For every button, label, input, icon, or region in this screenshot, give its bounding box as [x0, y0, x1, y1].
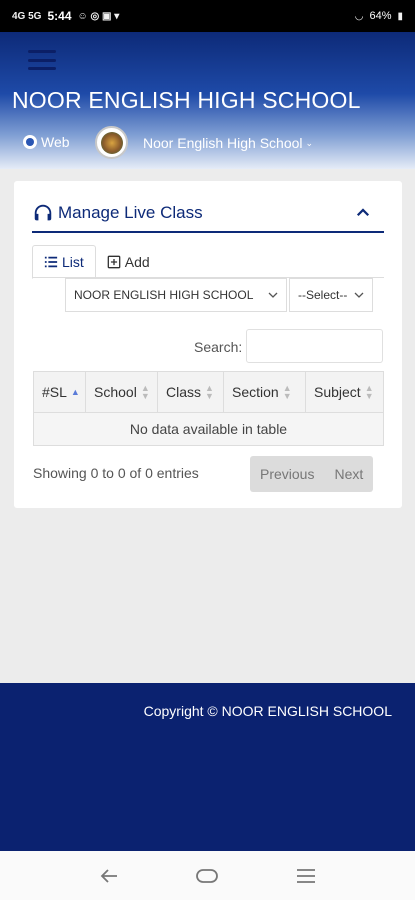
battery-level: 64%	[369, 10, 392, 22]
globe-icon	[23, 135, 37, 149]
column-header-subject[interactable]: Subject ▲ ▼	[306, 372, 383, 412]
panel-tabs: List Add	[32, 245, 161, 279]
sort-icon: ▲ ▼	[364, 383, 374, 401]
chevron-up-icon[interactable]	[354, 204, 372, 222]
panel-header: Manage Live Class	[32, 195, 384, 233]
chevron-down-icon	[268, 292, 278, 298]
tab-list-label: List	[62, 254, 84, 270]
menu-icon[interactable]	[28, 50, 56, 70]
status-bar: 4G 5G 5:44 ☺ ◎ ▣ ▾ ◡ 64% ▮	[0, 0, 415, 32]
tab-add-label: Add	[124, 254, 150, 270]
previous-button[interactable]: Previous	[250, 456, 324, 492]
table-info: Showing 0 to 0 of 0 entries	[33, 465, 199, 481]
notification-icons: ☺ ◎ ▣ ▾	[77, 10, 120, 22]
app-header: NOOR ENGLISH HIGH SCHOOL Web Noor Englis…	[0, 32, 415, 169]
search-label: Search:	[194, 339, 243, 355]
column-header-sl[interactable]: #SL ▲	[34, 372, 86, 412]
table-empty-row: No data available in table	[34, 413, 383, 445]
status-right: ◡ 64% ▮	[355, 10, 403, 22]
wifi-icon: ◡	[354, 10, 364, 22]
class-filter-select[interactable]: --Select--	[289, 278, 373, 312]
live-class-table: #SL ▲ School ▲ ▼ Class ▲ ▼ Section ▲ ▼ Subj…	[33, 371, 384, 446]
sort-icon: ▲ ▼	[282, 383, 292, 401]
sort-icon: ▲ ▼	[140, 383, 150, 401]
web-link[interactable]: Web	[23, 134, 70, 150]
school-filter-select[interactable]: NOOR ENGLISH HIGH SCHOOL	[65, 278, 287, 312]
list-icon	[44, 256, 58, 268]
school-logo	[95, 126, 128, 159]
class-filter-value: --Select--	[298, 288, 348, 302]
web-link-label: Web	[41, 134, 70, 150]
live-class-card: Manage Live Class List Add NOOR ENGLISH …	[14, 181, 402, 508]
copyright-text: Copyright © NOOR ENGLISH SCHOOL	[143, 703, 392, 719]
column-header-section[interactable]: Section ▲ ▼	[224, 372, 306, 412]
school-switcher-label: Noor English High School	[143, 135, 303, 151]
next-button[interactable]: Next	[324, 456, 373, 492]
column-header-school[interactable]: School ▲ ▼	[86, 372, 158, 412]
network-signal-icon: 4G 5G	[12, 10, 42, 22]
chevron-down-icon: ⌄	[305, 137, 314, 148]
page-title: NOOR ENGLISH HIGH SCHOOL	[12, 87, 361, 113]
tab-add[interactable]: Add	[96, 245, 161, 279]
recents-icon[interactable]	[294, 864, 318, 888]
home-icon[interactable]	[195, 864, 219, 888]
pagination: Previous Next	[250, 456, 374, 492]
table-header: #SL ▲ School ▲ ▼ Class ▲ ▼ Section ▲ ▼ Subj…	[34, 372, 383, 413]
column-header-label: Subject	[314, 384, 361, 400]
back-icon[interactable]	[97, 864, 121, 888]
status-time: 5:44	[47, 9, 72, 23]
column-header-label: Class	[166, 384, 202, 400]
column-header-class[interactable]: Class ▲ ▼	[158, 372, 224, 412]
column-header-label: #SL	[42, 384, 67, 400]
headset-icon	[34, 204, 52, 221]
tab-list[interactable]: List	[32, 245, 96, 279]
plus-square-icon	[107, 255, 121, 269]
column-header-label: Section	[232, 384, 279, 400]
column-header-label: School	[94, 384, 137, 400]
chevron-down-icon	[354, 292, 364, 298]
sort-icon: ▲	[70, 387, 80, 397]
page-footer: Copyright © NOOR ENGLISH SCHOOL	[0, 683, 415, 851]
school-switcher[interactable]: Noor English High School ⌄	[143, 135, 313, 151]
school-filter-value: NOOR ENGLISH HIGH SCHOOL	[74, 288, 254, 302]
search-input[interactable]	[246, 329, 383, 363]
sort-icon: ▲ ▼	[205, 383, 214, 401]
filters-row: NOOR ENGLISH HIGH SCHOOL --Select--	[32, 277, 384, 312]
battery-icon: ▮	[397, 10, 403, 22]
panel-title: Manage Live Class	[58, 203, 203, 222]
status-left: 4G 5G 5:44 ☺ ◎ ▣ ▾	[12, 9, 119, 23]
system-nav-bar	[0, 851, 415, 900]
